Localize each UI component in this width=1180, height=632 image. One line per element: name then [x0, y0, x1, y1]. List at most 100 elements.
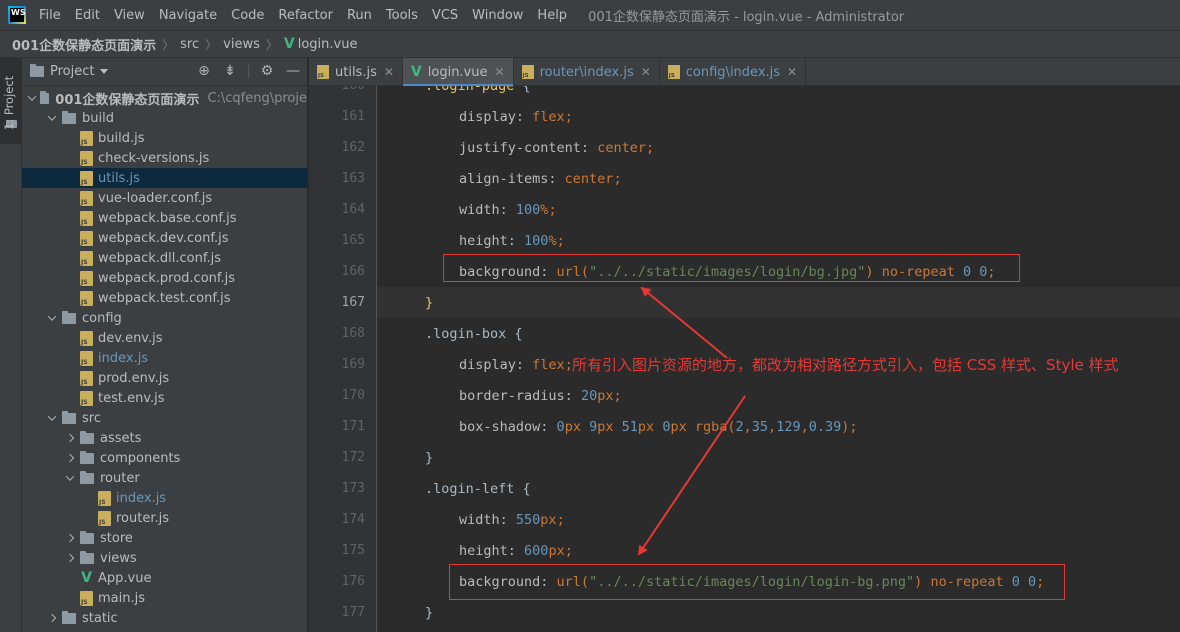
menu-view[interactable]: View — [107, 8, 152, 23]
menu-refactor[interactable]: Refactor — [271, 8, 340, 23]
code-token: : — [540, 573, 557, 590]
line-number: 160 — [309, 86, 365, 93]
menu-file[interactable]: File — [32, 8, 68, 23]
gear-icon[interactable]: ⚙ — [259, 63, 275, 79]
tree-file[interactable]: vue-loader.conf.js — [22, 188, 307, 208]
code-line[interactable]: 168 .login-box { — [342, 318, 1180, 349]
code-line[interactable]: 161 display: flex; — [342, 101, 1180, 132]
chevron-down-icon[interactable] — [28, 92, 36, 104]
tree-file[interactable]: webpack.base.conf.js — [22, 208, 307, 228]
tree-folder[interactable]: components — [22, 448, 307, 468]
code-line[interactable]: 175 height: 600px; — [342, 535, 1180, 566]
folder-icon — [62, 410, 76, 424]
tree-file[interactable]: webpack.dll.conf.js — [22, 248, 307, 268]
tree-file[interactable]: build.js — [22, 128, 307, 148]
tree-folder[interactable]: assets — [22, 428, 307, 448]
code-line[interactable]: 166 background: url("../../static/images/… — [342, 256, 1180, 287]
code-line[interactable]: 165 height: 100%; — [342, 225, 1180, 256]
tree-file[interactable]: webpack.dev.conf.js — [22, 228, 307, 248]
tree-file[interactable]: utils.js — [22, 168, 307, 188]
tree-file[interactable]: index.js — [22, 488, 307, 508]
tree-file[interactable]: main.js — [22, 588, 307, 608]
breadcrumb-src[interactable]: src — [180, 37, 199, 52]
chevron-down-icon[interactable] — [46, 412, 58, 424]
caret-down-icon[interactable] — [100, 69, 109, 74]
close-icon[interactable]: ✕ — [495, 65, 505, 79]
tree-folder[interactable]: router — [22, 468, 307, 488]
chevron-down-icon[interactable] — [64, 472, 76, 484]
minimize-icon[interactable]: — — [285, 63, 301, 79]
editor-tab[interactable]: utils.js ✕ — [309, 58, 403, 86]
tree-folder[interactable]: static — [22, 608, 307, 628]
code-editor[interactable]: 160.login-page {161display: flex;162just… — [309, 86, 1180, 632]
project-tool-window-button[interactable]: 1: Project — [0, 58, 22, 144]
tree-file[interactable]: router.js — [22, 508, 307, 528]
close-icon[interactable]: ✕ — [641, 65, 651, 79]
menu-navigate[interactable]: Navigate — [152, 8, 224, 23]
tree-folder[interactable]: src — [22, 408, 307, 428]
menu-vcs[interactable]: VCS — [425, 8, 465, 23]
code-line[interactable]: 177} — [342, 597, 1180, 628]
code-line[interactable]: 172} — [342, 442, 1180, 473]
menu-code[interactable]: Code — [224, 8, 271, 23]
tree-file[interactable]: index.js — [22, 348, 307, 368]
tree-folder[interactable]: views — [22, 548, 307, 568]
tree-item-label: router — [100, 470, 140, 486]
project-view-selector[interactable]: Project — [50, 64, 94, 79]
tree-folder[interactable]: store — [22, 528, 307, 548]
editor-tab[interactable]: Vlogin.vue ✕ — [402, 58, 514, 87]
chevron-right-icon[interactable] — [64, 532, 76, 544]
code-line[interactable]: 174 width: 550px; — [342, 504, 1180, 535]
line-number: 162 — [341, 140, 365, 155]
code-line[interactable]: 170 border-radius: 20px; — [342, 380, 1180, 411]
menu-run[interactable]: Run — [340, 8, 379, 23]
collapse-all-icon[interactable]: ⇟ — [222, 63, 238, 79]
window-title: 001企数保静态页面演示 - login.vue - Administrator — [588, 9, 905, 25]
code-line[interactable]: 167} — [342, 287, 1180, 318]
code-content: .login-page { — [425, 86, 531, 94]
tree-folder[interactable]: config — [22, 308, 307, 328]
code-line[interactable]: 163 align-items: center; — [342, 163, 1180, 194]
code-content: } — [425, 605, 433, 621]
chevron-right-icon[interactable] — [64, 452, 76, 464]
tree-folder[interactable]: build — [22, 108, 307, 128]
code-line[interactable]: 164 width: 100%; — [342, 194, 1180, 225]
breadcrumb-views[interactable]: views — [223, 37, 260, 52]
code-token: 0 — [962, 263, 972, 280]
vue-file-icon: V — [81, 570, 92, 586]
menu-tools[interactable]: Tools — [379, 8, 425, 23]
menu-edit[interactable]: Edit — [68, 8, 107, 23]
chevron-down-icon[interactable] — [46, 112, 58, 124]
code-token: : — [540, 418, 557, 435]
tree-file[interactable]: webpack.test.conf.js — [22, 288, 307, 308]
editor-tab[interactable]: router\index.js ✕ — [514, 58, 660, 86]
menu-window[interactable]: Window — [465, 8, 530, 23]
tree-item-label: prod.env.js — [98, 370, 170, 386]
code-content: display: flex; — [459, 357, 573, 373]
js-file-icon — [80, 390, 93, 406]
tree-file[interactable]: check-versions.js — [22, 148, 307, 168]
code-line[interactable]: 162 justify-content: center; — [342, 132, 1180, 163]
tree-file[interactable]: webpack.prod.conf.js — [22, 268, 307, 288]
breadcrumb-project[interactable]: 001企数保静态页面演示 — [12, 35, 156, 54]
tree-file[interactable]: test.env.js — [22, 388, 307, 408]
chevron-down-icon[interactable] — [46, 312, 58, 324]
code-line[interactable]: 160.login-page { — [342, 86, 1180, 101]
tree-file[interactable]: dev.env.js — [22, 328, 307, 348]
close-icon[interactable]: ✕ — [787, 65, 797, 79]
tree-file[interactable]: V App.vue — [22, 568, 307, 588]
chevron-right-icon[interactable] — [64, 432, 76, 444]
menu-help[interactable]: Help — [530, 8, 574, 23]
locate-icon[interactable]: ⊕ — [196, 63, 212, 79]
chevron-right-icon[interactable] — [46, 612, 58, 624]
tree-folder[interactable]: 001企数保静态页面演示 C:\cqfeng\proje — [22, 88, 307, 108]
close-icon[interactable]: ✕ — [384, 65, 394, 79]
editor-tab[interactable]: config\index.js ✕ — [660, 58, 807, 86]
code-token: no-repeat — [881, 263, 955, 280]
breadcrumb-file[interactable]: V login.vue — [284, 36, 358, 52]
chevron-right-icon[interactable] — [64, 552, 76, 564]
code-line[interactable]: 176 background: url("../../static/images/… — [342, 566, 1180, 597]
tree-file[interactable]: prod.env.js — [22, 368, 307, 388]
code-line[interactable]: 171 box-shadow: 0px 9px 51px 0px rgba(2,3… — [342, 411, 1180, 442]
code-line[interactable]: 173 .login-left { — [342, 473, 1180, 504]
